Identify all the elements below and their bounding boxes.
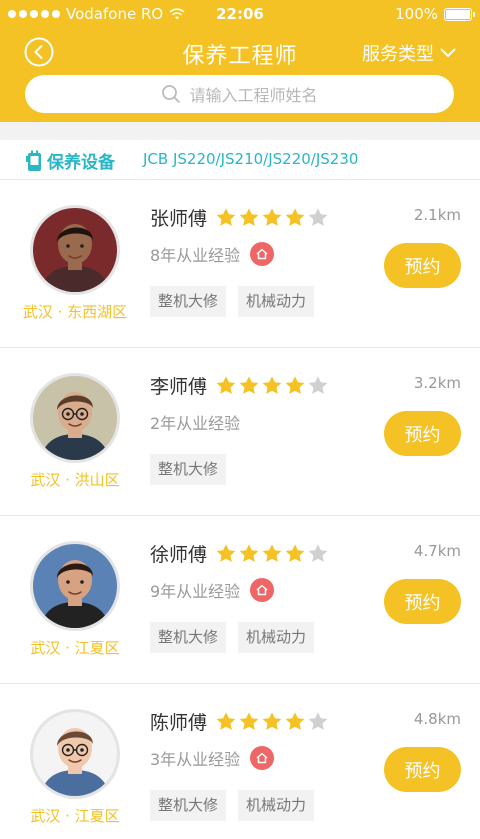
- engineer-distance: 4.7km: [413, 542, 461, 560]
- skill-tags: 整机大修 机械动力: [150, 286, 315, 317]
- equipment-label-text: 保养设备: [47, 153, 115, 173]
- avatar: [30, 373, 120, 463]
- divider: [0, 122, 480, 140]
- star-icon: [308, 207, 328, 226]
- engineer-distance: 4.8km: [413, 710, 461, 728]
- device-icon: [26, 150, 41, 171]
- star-rating: [215, 711, 329, 733]
- experience-row: 3年从业经验: [150, 746, 275, 770]
- skill-tags: 整机大修 机械动力: [150, 622, 315, 653]
- experience-text: 3年从业经验: [150, 750, 241, 769]
- engineer-location: 武汉 · 江夏区: [30, 807, 120, 825]
- service-type-dropdown[interactable]: 服务类型: [362, 40, 456, 66]
- name-row: 张师傅: [150, 204, 329, 231]
- star-icon: [285, 543, 305, 562]
- back-button[interactable]: [24, 37, 54, 67]
- star-icon: [216, 375, 236, 394]
- experience-row: 8年从业经验: [150, 242, 275, 266]
- star-rating: [215, 207, 329, 229]
- status-right: 100%: [395, 5, 475, 23]
- avatar: [30, 205, 120, 295]
- engineer-distance: 2.1km: [413, 206, 461, 224]
- star-icon: [239, 543, 259, 562]
- star-icon: [308, 711, 328, 730]
- skill-tag: 机械动力: [238, 286, 315, 317]
- engineer-distance: 3.2km: [413, 374, 461, 392]
- star-icon: [285, 207, 305, 226]
- experience-text: 9年从业经验: [150, 582, 241, 601]
- star-icon: [262, 543, 282, 562]
- engineer-location: 武汉 · 洪山区: [30, 471, 120, 489]
- star-icon: [216, 543, 236, 562]
- star-icon: [285, 711, 305, 730]
- home-icon: [256, 752, 268, 764]
- skill-tags: 整机大修 机械动力: [150, 790, 315, 821]
- home-icon: [256, 584, 268, 596]
- engineer-card[interactable]: 武汉 · 江夏区 徐师傅 9年从业经验 整机大修 机械动力 4.7km 预约: [0, 516, 480, 684]
- avatar: [30, 709, 120, 799]
- engineer-location: 武汉 · 江夏区: [30, 639, 120, 657]
- book-button[interactable]: 预约: [384, 579, 461, 624]
- engineer-name: 徐师傅: [150, 544, 208, 566]
- skill-tag: 机械动力: [238, 790, 315, 821]
- skill-tag: 整机大修: [150, 454, 227, 485]
- name-row: 李师傅: [150, 372, 329, 399]
- experience-text: 2年从业经验: [150, 414, 241, 433]
- skill-tag: 整机大修: [150, 790, 227, 821]
- status-bar: Vodafone RO 22:06 100%: [0, 0, 480, 30]
- star-icon: [239, 711, 259, 730]
- home-icon: [256, 248, 268, 260]
- search-input[interactable]: 请输入工程师姓名: [25, 75, 454, 113]
- book-button[interactable]: 预约: [384, 747, 461, 792]
- skill-tag: 机械动力: [238, 622, 315, 653]
- service-type-label: 服务类型: [362, 44, 434, 65]
- search-icon: [162, 85, 181, 103]
- book-button[interactable]: 预约: [384, 411, 461, 456]
- home-service-badge: [250, 242, 275, 266]
- header: Vodafone RO 22:06 100% 保养工程师 服务类型 请输入工程师…: [0, 0, 480, 122]
- name-row: 徐师傅: [150, 540, 329, 567]
- chevron-down-icon: [440, 48, 456, 57]
- star-icon: [308, 375, 328, 394]
- home-service-badge: [250, 578, 275, 602]
- star-icon: [262, 711, 282, 730]
- equipment-label: 保养设备: [25, 148, 115, 173]
- star-icon: [308, 543, 328, 562]
- star-icon: [239, 375, 259, 394]
- star-icon: [216, 711, 236, 730]
- engineer-card[interactable]: 武汉 · 东西湖区 张师傅 8年从业经验 整机大修 机械动力 2.1km 预约: [0, 180, 480, 348]
- engineer-name: 陈师傅: [150, 712, 208, 734]
- skill-tag: 整机大修: [150, 286, 227, 317]
- star-rating: [215, 543, 329, 565]
- engineer-name: 张师傅: [150, 208, 208, 230]
- equipment-models: JCB JS220/JS210/JS220/JS230: [143, 150, 359, 168]
- experience-row: 2年从业经验: [150, 410, 240, 434]
- star-icon: [216, 207, 236, 226]
- book-button[interactable]: 预约: [384, 243, 461, 288]
- skill-tag: 整机大修: [150, 622, 227, 653]
- name-row: 陈师傅: [150, 708, 329, 735]
- star-icon: [239, 207, 259, 226]
- equipment-bar: 保养设备 JCB JS220/JS210/JS220/JS230: [0, 140, 480, 180]
- star-rating: [215, 375, 329, 397]
- engineer-location: 武汉 · 东西湖区: [22, 303, 128, 321]
- star-icon: [262, 375, 282, 394]
- experience-row: 9年从业经验: [150, 578, 275, 602]
- star-icon: [262, 207, 282, 226]
- battery-icon: [444, 7, 475, 21]
- search-placeholder: 请输入工程师姓名: [189, 86, 318, 105]
- avatar: [30, 541, 120, 631]
- experience-text: 8年从业经验: [150, 246, 241, 265]
- star-icon: [285, 375, 305, 394]
- skill-tags: 整机大修: [150, 454, 227, 485]
- engineer-card[interactable]: 武汉 · 江夏区 陈师傅 3年从业经验 整机大修 机械动力 4.8km 预约: [0, 684, 480, 839]
- engineer-name: 李师傅: [150, 376, 208, 398]
- battery-percent: 100%: [395, 5, 438, 23]
- engineer-card[interactable]: 武汉 · 洪山区 李师傅 2年从业经验 整机大修 3.2km 预约: [0, 348, 480, 516]
- home-service-badge: [250, 746, 275, 770]
